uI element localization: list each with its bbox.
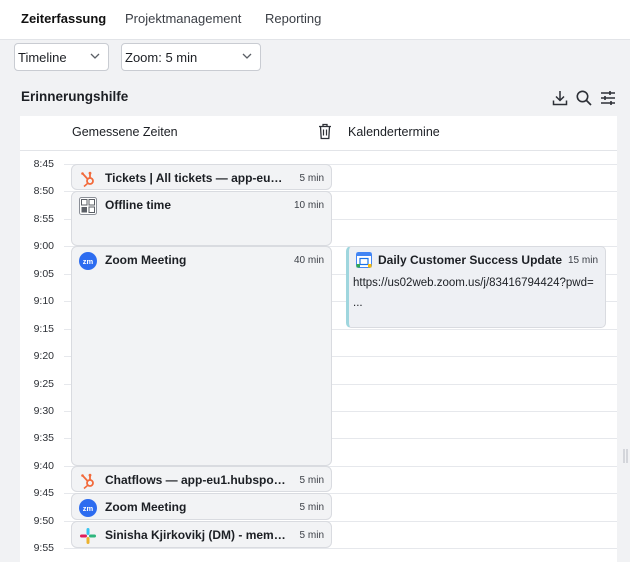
time-label: 9:10	[33, 295, 54, 307]
filter-sliders-icon[interactable]	[599, 89, 617, 107]
entry-duration: 40 min	[293, 255, 324, 266]
google-calendar-icon	[356, 252, 372, 268]
entry-duration: 10 min	[293, 200, 324, 211]
entry-title: Chatflows — app-eu1.hubspot.com	[105, 473, 289, 487]
zoom-select[interactable]: Zoom: 5 min	[121, 43, 261, 71]
offline-icon	[79, 197, 97, 215]
view-select-value: Timeline	[18, 50, 67, 65]
calendar-event-block[interactable]: Daily Customer Success Update 15 min htt…	[346, 246, 606, 328]
event-title: Daily Customer Success Update	[378, 253, 563, 267]
time-label: 9:35	[33, 432, 54, 444]
event-description: https://us02web.zoom.us/j/83416794424?pw…	[353, 277, 594, 289]
time-label: 9:30	[33, 405, 54, 417]
event-description-more: ...	[353, 297, 363, 309]
time-label: 9:15	[33, 323, 54, 335]
time-label: 8:55	[33, 213, 54, 225]
entry-title: Zoom Meeting	[105, 253, 187, 267]
search-icon[interactable]	[575, 89, 593, 107]
time-entry-block[interactable]: Sinisha Kjirkovikj (DM) - memtime 5 min	[71, 521, 332, 548]
top-navigation: Zeiterfassung Projektmanagement Reportin…	[0, 0, 630, 40]
time-entry-block[interactable]: Offline time 10 min	[71, 191, 332, 246]
timeline-panel: Gemessene Zeiten Kalendertermine 8:45 8:…	[20, 116, 617, 562]
time-entry-block[interactable]: zm Zoom Meeting 5 min	[71, 493, 332, 520]
time-label: 9:25	[33, 378, 54, 390]
hubspot-icon	[81, 473, 94, 490]
entry-title: Zoom Meeting	[105, 500, 187, 514]
time-entry-block[interactable]: Chatflows — app-eu1.hubspot.com 5 min	[71, 466, 332, 492]
entry-duration: 5 min	[299, 530, 324, 541]
time-label: 9:40	[33, 460, 54, 472]
time-label: 9:55	[33, 542, 54, 554]
download-icon[interactable]	[551, 89, 569, 107]
time-label: 8:50	[33, 185, 54, 197]
entry-duration: 5 min	[299, 173, 324, 184]
event-duration: 15 min	[567, 255, 598, 266]
view-select[interactable]: Timeline	[14, 43, 109, 71]
entry-duration: 5 min	[299, 502, 324, 513]
svg-text:zm: zm	[83, 257, 94, 266]
tab-reporting[interactable]: Reporting	[265, 11, 321, 26]
column-header-measured: Gemessene Zeiten	[72, 125, 178, 139]
time-label: 9:20	[33, 350, 54, 362]
entry-title: Tickets | All tickets — app-eu1.hubspot.…	[105, 171, 287, 185]
time-entry-block[interactable]: zm Zoom Meeting 40 min	[71, 246, 332, 466]
entry-title: Sinisha Kjirkovikj (DM) - memtime	[105, 528, 289, 542]
chevron-down-icon	[242, 53, 252, 59]
column-header-calendar: Kalendertermine	[348, 125, 440, 139]
zoom-icon: zm	[79, 499, 97, 517]
time-label: 9:50	[33, 515, 54, 527]
zoom-icon: zm	[79, 252, 97, 270]
tab-zeiterfassung[interactable]: Zeiterfassung	[21, 11, 106, 26]
section-title: Erinnerungshilfe	[21, 89, 129, 104]
time-label: 9:05	[33, 268, 54, 280]
header-divider	[20, 150, 617, 151]
resize-handle-icon[interactable]	[623, 448, 628, 464]
time-label: 9:00	[33, 240, 54, 252]
tab-projektmanagement[interactable]: Projektmanagement	[125, 11, 241, 26]
time-label: 9:45	[33, 487, 54, 499]
zoom-select-value: Zoom: 5 min	[125, 50, 198, 65]
time-label: 8:45	[33, 158, 54, 170]
slack-icon	[80, 528, 96, 544]
toolbar: Timeline Zoom: 5 min	[0, 40, 630, 74]
svg-text:zm: zm	[83, 504, 94, 513]
entry-title: Offline time	[105, 198, 172, 212]
gridline	[64, 548, 617, 549]
chevron-down-icon	[90, 53, 100, 59]
trash-icon[interactable]	[318, 123, 332, 140]
time-entry-block[interactable]: Tickets | All tickets — app-eu1.hubspot.…	[71, 164, 332, 190]
hubspot-icon	[81, 171, 94, 188]
entry-duration: 5 min	[299, 475, 324, 486]
